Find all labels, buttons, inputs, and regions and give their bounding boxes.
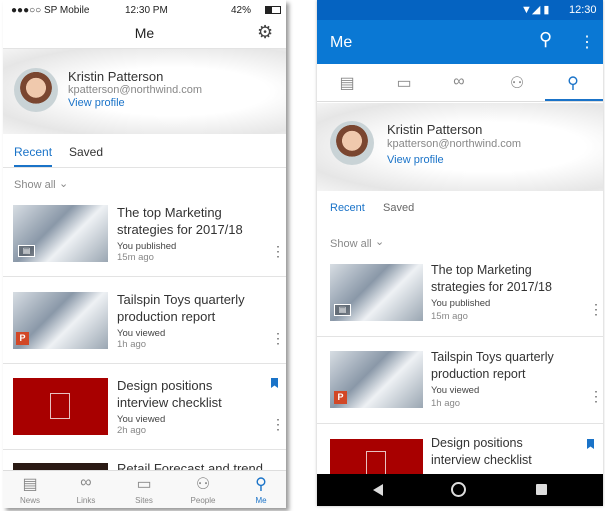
ios-phone: ●●●○○ SP Mobile 12:30 PM 42% Me ⚙ Kristi… bbox=[3, 0, 286, 508]
tab-recent[interactable]: Recent bbox=[330, 202, 365, 214]
item-action: You viewed bbox=[431, 385, 480, 396]
people-icon[interactable]: ⚇ bbox=[183, 474, 223, 494]
active-tab-indicator bbox=[545, 99, 603, 101]
profile-card: Kristin Patterson kpatterson@northwind.c… bbox=[317, 103, 603, 191]
app-bar: Me ⚲ ⋮ bbox=[317, 20, 603, 64]
show-all-filter[interactable]: Show all bbox=[330, 238, 372, 250]
profile-name: Kristin Patterson bbox=[68, 69, 164, 84]
document-icon bbox=[50, 393, 70, 419]
nav-sites[interactable]: Sites bbox=[124, 496, 164, 505]
home-icon[interactable] bbox=[451, 482, 466, 497]
news-icon[interactable]: ▤ bbox=[10, 474, 50, 494]
list-item[interactable]: ▤ The top Marketing strategies for 2017/… bbox=[3, 200, 286, 275]
item-title: The top Marketing strategies for 2017/18 bbox=[117, 205, 243, 237]
more-icon[interactable]: ⋮ bbox=[271, 244, 285, 258]
more-icon[interactable]: ⋮ bbox=[579, 32, 595, 52]
list-item[interactable]: Design positions interview checklist bbox=[317, 433, 603, 475]
chevron-down-icon[interactable]: ⌄ bbox=[59, 177, 68, 190]
person-icon[interactable]: ⚲ bbox=[241, 474, 281, 494]
news-icon[interactable]: ▤ bbox=[327, 73, 367, 93]
list-item[interactable]: Design positions interview checklist You… bbox=[3, 373, 286, 448]
back-icon[interactable] bbox=[373, 484, 383, 496]
item-action: You viewed bbox=[117, 328, 166, 339]
tab-saved[interactable]: Saved bbox=[383, 202, 414, 214]
bookmark-icon[interactable] bbox=[587, 439, 594, 449]
page-title: Me bbox=[134, 25, 155, 41]
more-icon[interactable]: ⋮ bbox=[589, 389, 603, 403]
thumbnail: ▤ bbox=[330, 264, 423, 321]
profile-email: kpatterson@northwind.com bbox=[68, 84, 203, 96]
bookmark-icon[interactable] bbox=[271, 378, 278, 388]
item-time: 15m ago bbox=[431, 311, 468, 322]
item-title: Tailspin Toys quarterly production repor… bbox=[431, 350, 554, 381]
page-title: Me bbox=[330, 34, 353, 51]
nav-me[interactable]: Me bbox=[241, 496, 281, 505]
nav-people[interactable]: People bbox=[183, 496, 223, 505]
thumbnail: P bbox=[330, 351, 423, 408]
avatar[interactable] bbox=[14, 68, 58, 112]
thumbnail: P bbox=[13, 292, 108, 349]
chevron-down-icon[interactable]: ⌄ bbox=[375, 235, 384, 248]
carrier: ●●●○○ SP Mobile bbox=[11, 5, 90, 16]
item-time: 1h ago bbox=[117, 339, 147, 350]
person-icon[interactable]: ⚲ bbox=[553, 73, 593, 93]
sites-icon[interactable]: ▭ bbox=[384, 73, 424, 93]
news-icon: ▤ bbox=[18, 245, 35, 257]
item-action: You viewed bbox=[117, 414, 166, 425]
links-icon[interactable]: ∞ bbox=[66, 474, 106, 492]
more-icon[interactable]: ⋮ bbox=[589, 302, 603, 316]
profile-name: Kristin Patterson bbox=[387, 122, 483, 137]
status-time: 12:30 bbox=[569, 4, 597, 16]
thumbnail: ▤ bbox=[13, 205, 108, 262]
item-action: You published bbox=[117, 241, 177, 252]
tab-bar: ▤ News ∞ Links ▭ Sites ⚇ People ⚲ Me bbox=[3, 470, 286, 508]
status-bar: ▼◢ ▮ 12:30 bbox=[317, 0, 603, 20]
list-item[interactable]: ▤ The top Marketing strategies for 2017/… bbox=[317, 258, 603, 333]
item-title: Design positions interview checklist bbox=[431, 436, 532, 467]
battery-level: 42% bbox=[231, 5, 252, 16]
news-icon: ▤ bbox=[334, 304, 351, 316]
list-item[interactable]: P Tailspin Toys quarterly production rep… bbox=[317, 345, 603, 420]
tab-saved[interactable]: Saved bbox=[69, 145, 103, 159]
item-title: The top Marketing strategies for 2017/18 bbox=[431, 263, 552, 294]
document-icon bbox=[366, 451, 386, 475]
profile-card: Kristin Patterson kpatterson@northwind.c… bbox=[3, 49, 286, 134]
show-all-filter[interactable]: Show all bbox=[14, 179, 56, 191]
thumbnail bbox=[13, 378, 108, 435]
powerpoint-icon: P bbox=[16, 332, 29, 345]
recents-icon[interactable] bbox=[536, 484, 547, 495]
more-icon[interactable]: ⋮ bbox=[271, 417, 285, 431]
status-time: 12:30 PM bbox=[125, 5, 168, 16]
links-icon[interactable]: ∞ bbox=[439, 73, 479, 91]
signal-icons: ▼◢ ▮ bbox=[521, 4, 550, 16]
list-item[interactable]: P Tailspin Toys quarterly production rep… bbox=[3, 287, 286, 362]
nav-news[interactable]: News bbox=[10, 496, 50, 505]
sites-icon[interactable]: ▭ bbox=[124, 474, 164, 494]
search-icon[interactable]: ⚲ bbox=[539, 29, 552, 50]
powerpoint-icon: P bbox=[334, 391, 347, 404]
nav-links[interactable]: Links bbox=[66, 496, 106, 505]
item-action: You published bbox=[431, 298, 491, 309]
item-time: 2h ago bbox=[117, 425, 147, 436]
more-icon[interactable]: ⋮ bbox=[271, 331, 285, 345]
avatar[interactable] bbox=[330, 121, 374, 165]
item-title: Tailspin Toys quarterly production repor… bbox=[117, 292, 245, 324]
item-title: Design positions interview checklist bbox=[117, 378, 222, 410]
system-nav-bar bbox=[317, 474, 603, 506]
tab-recent[interactable]: Recent bbox=[14, 145, 52, 159]
profile-email: kpatterson@northwind.com bbox=[387, 138, 522, 150]
view-profile-link[interactable]: View profile bbox=[387, 154, 444, 166]
gear-icon[interactable]: ⚙ bbox=[257, 22, 273, 43]
battery-icon bbox=[265, 6, 281, 14]
people-icon[interactable]: ⚇ bbox=[497, 73, 537, 93]
item-time: 15m ago bbox=[117, 252, 154, 263]
android-phone: ▼◢ ▮ 12:30 Me ⚲ ⋮ ▤ ▭ ∞ ⚇ ⚲ Kristin Patt… bbox=[317, 0, 603, 506]
view-profile-link[interactable]: View profile bbox=[68, 97, 125, 109]
item-time: 1h ago bbox=[431, 398, 461, 409]
tab-bar: ▤ ▭ ∞ ⚇ ⚲ bbox=[317, 64, 603, 102]
thumbnail bbox=[330, 439, 423, 475]
